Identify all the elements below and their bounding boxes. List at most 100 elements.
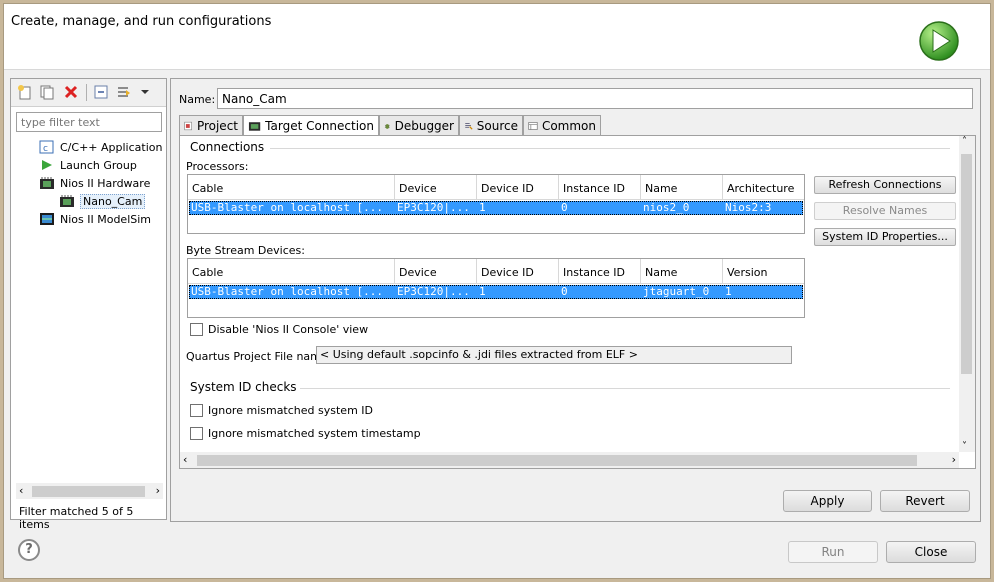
cell-version: 1 — [725, 285, 732, 298]
cell-name: nios2_0 — [643, 201, 690, 214]
cell-device: EP3C120|... — [397, 285, 470, 298]
scroll-down-icon[interactable]: ˅ — [962, 441, 967, 452]
target-connection-tab-content: Connections Processors: Cable Device Dev… — [179, 135, 976, 469]
scroll-left-icon[interactable]: ‹ — [183, 453, 187, 466]
close-button[interactable]: Close — [886, 541, 976, 563]
run-icon — [919, 21, 959, 61]
dialog-banner: Create, manage, and run configurations — [4, 4, 990, 70]
col-version[interactable]: Version — [723, 259, 804, 284]
revert-button[interactable]: Revert — [880, 490, 970, 512]
quartus-label: Quartus Project File name: — [186, 350, 332, 363]
col-architecture[interactable]: Architecture — [723, 175, 804, 200]
launch-config-dialog: Create, manage, and run configurations c… — [3, 3, 991, 579]
name-label: Name: — [179, 93, 216, 106]
tab-label: Source — [476, 118, 518, 133]
ignore-timestamp-checkbox[interactable]: Ignore mismatched system timestamp — [190, 427, 421, 440]
col-cable[interactable]: Cable — [188, 175, 395, 200]
scroll-up-icon[interactable]: ˄ — [962, 136, 967, 147]
tree-item-label: Launch Group — [60, 158, 137, 172]
modelsim-icon — [40, 213, 54, 225]
system-id-title: System ID checks — [190, 380, 297, 394]
run-button[interactable]: Run — [788, 541, 878, 563]
scroll-thumb[interactable] — [961, 154, 972, 374]
cell-cable: USB-Blaster on localhost [... — [191, 285, 384, 298]
col-instance-id[interactable]: Instance ID — [559, 175, 641, 200]
scroll-left-icon[interactable]: ‹ — [19, 484, 23, 497]
resolve-names-button[interactable]: Resolve Names — [814, 202, 956, 220]
refresh-connections-button[interactable]: Refresh Connections — [814, 176, 956, 194]
scroll-right-icon[interactable]: › — [156, 484, 160, 497]
tab-label: Debugger — [394, 118, 454, 133]
tab-debugger[interactable]: Debugger — [379, 115, 459, 135]
cell-device-id: 1 — [479, 285, 486, 298]
nios-hardware-icon — [60, 195, 74, 207]
tree-item-nano-cam[interactable]: Nano_Cam — [59, 192, 146, 210]
project-icon — [184, 121, 192, 130]
processors-table[interactable]: Cable Device Device ID Instance ID Name … — [187, 174, 805, 234]
horizontal-scrollbar[interactable]: ‹ › — [180, 452, 959, 468]
scroll-thumb[interactable] — [32, 486, 145, 497]
col-name[interactable]: Name — [641, 259, 723, 284]
filter-status-text: Filter matched 5 of 5 items — [19, 505, 134, 531]
tab-source[interactable]: Source — [459, 115, 523, 135]
cell-instance-id: 0 — [561, 285, 568, 298]
checkbox-box[interactable] — [190, 323, 203, 336]
processors-label: Processors: — [186, 160, 249, 173]
config-name-input[interactable] — [217, 88, 973, 109]
checkbox-box[interactable] — [190, 427, 203, 440]
common-icon — [528, 121, 538, 130]
source-icon — [465, 122, 473, 130]
tree-item-nios-modelsim[interactable]: Nios II ModelSim — [39, 210, 151, 228]
cell-device-id: 1 — [479, 201, 486, 214]
byte-stream-table[interactable]: Cable Device Device ID Instance ID Name … — [187, 258, 805, 318]
tree-horizontal-scrollbar[interactable]: ‹ › — [16, 483, 163, 499]
checkbox-label: Disable 'Nios II Console' view — [208, 323, 369, 336]
connections-title: Connections — [190, 140, 265, 154]
tab-label: Target Connection — [265, 119, 374, 133]
tree-item-label: Nano_Cam — [80, 193, 146, 209]
checkbox-label: Ignore mismatched system ID — [208, 404, 373, 417]
tree-item-launch-group[interactable]: Launch Group — [39, 156, 137, 174]
chevron-down-icon[interactable] — [137, 84, 153, 100]
tab-project[interactable]: Project — [179, 115, 243, 135]
tree-item-label: Nios II ModelSim — [60, 212, 152, 226]
col-device[interactable]: Device — [395, 175, 477, 200]
nios-hardware-icon — [40, 177, 54, 189]
col-device[interactable]: Device — [395, 259, 477, 284]
checkbox-box[interactable] — [190, 404, 203, 417]
nios-hardware-icon — [248, 122, 261, 131]
scroll-thumb[interactable] — [197, 455, 917, 466]
tree-item-nios-hardware[interactable]: Nios II Hardware — [39, 174, 150, 192]
col-instance-id[interactable]: Instance ID — [559, 259, 641, 284]
new-config-icon[interactable] — [17, 84, 33, 100]
byte-stream-label: Byte Stream Devices: — [186, 244, 305, 257]
tree-item-label: C/C++ Application — [60, 140, 163, 154]
vertical-scrollbar[interactable]: ˄ ˅ — [959, 136, 975, 452]
col-device-id[interactable]: Device ID — [477, 259, 559, 284]
tree-item-cpp-application[interactable]: c C/C++ Application — [39, 138, 162, 156]
col-cable[interactable]: Cable — [188, 259, 395, 284]
scroll-right-icon[interactable]: › — [952, 453, 956, 466]
col-name[interactable]: Name — [641, 175, 723, 200]
disable-console-checkbox[interactable]: Disable 'Nios II Console' view — [190, 323, 368, 336]
cell-instance-id: 0 — [561, 201, 568, 214]
tab-common[interactable]: Common — [523, 115, 601, 135]
quartus-file-field[interactable]: < Using default .sopcinfo & .jdi files e… — [316, 346, 792, 364]
tree-toolbar — [11, 79, 166, 107]
cell-device: EP3C120|... — [397, 201, 470, 214]
configuration-tree-panel: c C/C++ Application Launch Group Nios II… — [10, 78, 167, 531]
delete-icon[interactable] — [63, 84, 79, 100]
apply-button[interactable]: Apply — [783, 490, 872, 512]
col-device-id[interactable]: Device ID — [477, 175, 559, 200]
c-application-icon: c — [39, 140, 54, 154]
cell-name: jtaguart_0 — [643, 285, 710, 298]
duplicate-icon[interactable] — [39, 84, 55, 100]
system-id-properties-button[interactable]: System ID Properties... — [814, 228, 956, 246]
checkbox-label: Ignore mismatched system timestamp — [208, 427, 421, 440]
filter-icon[interactable] — [116, 84, 132, 100]
filter-input[interactable] — [16, 112, 162, 132]
tab-target-connection[interactable]: Target Connection — [243, 115, 379, 136]
collapse-all-icon[interactable] — [93, 84, 109, 100]
ignore-system-id-checkbox[interactable]: Ignore mismatched system ID — [190, 404, 373, 417]
help-icon[interactable]: ? — [18, 539, 40, 561]
